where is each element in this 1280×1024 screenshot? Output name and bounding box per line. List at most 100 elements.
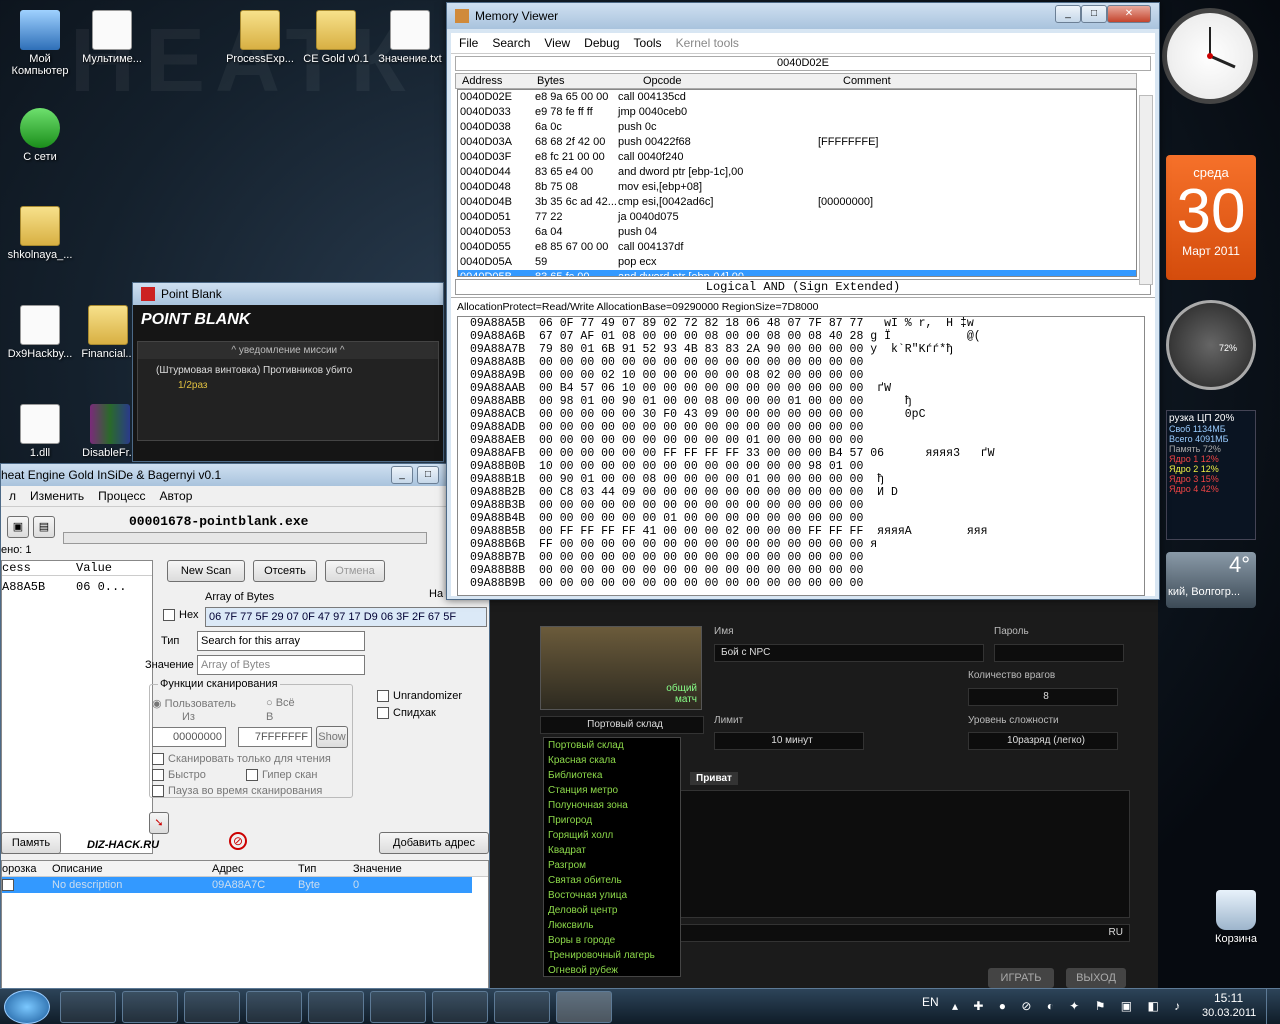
- found-list[interactable]: cess Value A88A5B 06 0...: [1, 560, 153, 854]
- play-button[interactable]: ИГРАТЬ: [988, 968, 1054, 988]
- map-option[interactable]: Полуночная зона: [544, 798, 680, 813]
- hack-taskbar-icon[interactable]: [556, 991, 612, 1023]
- hex-row[interactable]: 09A88A9B 00 00 00 02 10 00 00 00 00 00 0…: [458, 369, 1144, 382]
- map-option[interactable]: Воры в городе: [544, 933, 680, 948]
- hex-row[interactable]: 09A88A7B 79 80 01 6B 91 52 93 4B 83 83 2…: [458, 343, 1144, 356]
- desktop-icon-ce-gold[interactable]: CE Gold v0.1: [296, 10, 376, 65]
- ce-titlebar[interactable]: heat Engine Gold InSiDe & Bagernyi v0.1 …: [1, 464, 489, 486]
- disassembler-row[interactable]: 0040D03F e8 fc 21 00 00 call 0040f240: [458, 150, 1136, 165]
- desktop-icon-my-computer[interactable]: Мой Компьютер: [0, 10, 80, 77]
- mv-address-bar[interactable]: 0040D02E: [455, 56, 1151, 71]
- icq-taskbar-icon[interactable]: [370, 991, 426, 1023]
- save-button[interactable]: ▤: [33, 516, 55, 538]
- pointblank-titlebar[interactable]: Point Blank: [133, 283, 443, 305]
- pointer-arrow-button[interactable]: ➘: [149, 812, 169, 834]
- unrandomizer-checkbox[interactable]: Unrandomizer: [377, 690, 462, 703]
- hex-row[interactable]: 09A88A6B 67 07 AF 01 08 00 00 00 08 00 0…: [458, 330, 1144, 343]
- hyper-checkbox[interactable]: Гипер скан: [246, 769, 317, 782]
- memory-viewer-window[interactable]: Memory Viewer _ □ ✕ File Search View Deb…: [446, 2, 1160, 600]
- desktop-icon-recycle-bin[interactable]: Корзина: [1196, 890, 1276, 945]
- map-option[interactable]: Разгром: [544, 858, 680, 873]
- mv-minimize-button[interactable]: _: [1055, 5, 1081, 23]
- disassembler-view[interactable]: 0040D02E e8 9a 65 00 00 call 004135cd 0040D…: [457, 89, 1137, 277]
- address-table-row[interactable]: No description 09A88A7C Byte 0: [2, 877, 472, 893]
- mv-titlebar[interactable]: Memory Viewer _ □ ✕: [447, 3, 1159, 29]
- disassembler-row[interactable]: 0040D051 77 22 ja 0040d075: [458, 210, 1136, 225]
- media-taskbar-icon[interactable]: [246, 991, 302, 1023]
- limit-select[interactable]: 10 минут: [714, 732, 864, 750]
- filter-button[interactable]: Отсеять: [253, 560, 317, 582]
- mv-menu-debug[interactable]: Debug: [584, 36, 619, 50]
- all-radio[interactable]: ○ Всё: [266, 697, 295, 709]
- map-option[interactable]: Красная скала: [544, 753, 680, 768]
- found-list-row[interactable]: A88A5B 06 0...: [2, 576, 152, 594]
- memory-view-button[interactable]: Память: [1, 832, 61, 854]
- value-type-select[interactable]: Array of Bytes: [197, 655, 365, 675]
- desktop-icon-1dll[interactable]: 1.dll: [0, 404, 80, 459]
- show-button[interactable]: Show: [316, 726, 348, 748]
- clock-date[interactable]: 30.03.2011: [1202, 1007, 1256, 1019]
- pointblank-taskbar-icon[interactable]: [432, 991, 488, 1023]
- tray-icons[interactable]: ▴ ✚ ● ⊘ ◐ ✦ ⚑ ▣ ◧ ♪: [952, 999, 1192, 1015]
- speedhack-checkbox[interactable]: Спидхак: [377, 707, 436, 720]
- hex-row[interactable]: 09A88B2B 00 C8 03 44 09 00 00 00 00 00 0…: [458, 486, 1144, 499]
- from-input[interactable]: 00000000: [152, 727, 226, 747]
- hex-row[interactable]: 09A88B9B 00 00 00 00 00 00 00 00 00 00 0…: [458, 577, 1144, 590]
- disassembler-row[interactable]: 0040D02E e8 9a 65 00 00 call 004135cd: [458, 90, 1136, 105]
- ce-minimize-button[interactable]: _: [391, 466, 413, 484]
- map-option[interactable]: Люксвиль: [544, 918, 680, 933]
- hex-row[interactable]: 09A88B4B 00 00 00 00 00 00 01 00 00 00 0…: [458, 512, 1144, 525]
- disassembler-row[interactable]: 0040D055 e8 85 67 00 00 call 004137df: [458, 240, 1136, 255]
- mv-menu-view[interactable]: View: [544, 36, 570, 50]
- clock-time[interactable]: 15:11: [1214, 991, 1243, 1005]
- disassembler-row[interactable]: 0040D033 e9 78 fe ff ff jmp 0040ceb0: [458, 105, 1136, 120]
- map-option[interactable]: Портовый склад: [544, 738, 680, 753]
- desktop-icon-network[interactable]: С сети: [0, 108, 80, 163]
- hex-row[interactable]: 09A88ABB 00 98 01 00 90 01 00 00 08 00 0…: [458, 395, 1144, 408]
- hex-row[interactable]: 09A88ACB 00 00 00 00 00 30 F0 43 09 00 0…: [458, 408, 1144, 421]
- opera-taskbar-icon[interactable]: [60, 991, 116, 1023]
- desktop-icon-shkolnaya[interactable]: shkolnaya_...: [0, 206, 80, 261]
- pointblank-window[interactable]: Point Blank POINT BLANK ^ уведомление ми…: [132, 282, 444, 462]
- map-option[interactable]: Тренировочный лагерь: [544, 948, 680, 963]
- hex-checkbox[interactable]: Hex: [163, 609, 199, 622]
- mv-menu-tools[interactable]: Tools: [634, 36, 662, 50]
- start-button[interactable]: [4, 990, 50, 1024]
- map-option[interactable]: Горящий холл: [544, 828, 680, 843]
- hex-row[interactable]: 09A88AFB 00 00 00 00 00 00 FF FF FF FF 3…: [458, 447, 1144, 460]
- map-option[interactable]: Библиотека: [544, 768, 680, 783]
- hex-view[interactable]: 09A88A5B 06 0F 77 49 07 89 02 72 82 18 0…: [457, 316, 1145, 596]
- type-select[interactable]: Search for this array: [197, 631, 365, 651]
- hex-row[interactable]: 09A88ADB 00 00 00 00 00 00 00 00 00 00 0…: [458, 421, 1144, 434]
- room-name-input[interactable]: Бой с NPC: [714, 644, 984, 662]
- hex-row[interactable]: 09A88A8B 00 00 00 00 00 00 00 00 00 00 0…: [458, 356, 1144, 369]
- mv-close-button[interactable]: ✕: [1107, 5, 1151, 23]
- map-option[interactable]: Пригород: [544, 813, 680, 828]
- hex-row[interactable]: 09A88B1B 00 90 01 00 00 08 00 00 00 00 0…: [458, 473, 1144, 486]
- new-scan-button[interactable]: New Scan: [167, 560, 245, 582]
- disassembler-row[interactable]: 0040D04B 3b 35 6c ad 42... cmp esi,[0042ad…: [458, 195, 1136, 210]
- firefox-taskbar-icon[interactable]: [122, 991, 178, 1023]
- disassembler-row[interactable]: 0040D048 8b 75 08 mov esi,[ebp+08]: [458, 180, 1136, 195]
- chat-input[interactable]: RU: [680, 924, 1130, 942]
- map-option[interactable]: Станция метро: [544, 783, 680, 798]
- pause-checkbox[interactable]: Пауза во время сканирования: [152, 785, 322, 798]
- freeze-checkbox[interactable]: [2, 879, 14, 892]
- mv-maximize-button[interactable]: □: [1081, 5, 1107, 23]
- hex-row[interactable]: 09A88B0B 10 00 00 00 00 00 00 00 00 00 0…: [458, 460, 1144, 473]
- map-option[interactable]: Восточная улица: [544, 888, 680, 903]
- enemies-select[interactable]: 8: [968, 688, 1118, 706]
- mv-menu-kernel-tools[interactable]: Kernel tools: [676, 36, 739, 50]
- cheat-engine-taskbar-icon[interactable]: [494, 991, 550, 1023]
- cheat-engine-window[interactable]: heat Engine Gold InSiDe & Bagernyi v0.1 …: [0, 463, 490, 1003]
- user-radio[interactable]: ◉ Пользователь: [152, 697, 236, 710]
- ce-menu-author[interactable]: Автор: [160, 489, 193, 503]
- desktop-icon-multimedia[interactable]: Мультиме...: [72, 10, 152, 65]
- desktop-icon-value-txt[interactable]: Значение.txt: [370, 10, 450, 65]
- disassembler-row[interactable]: 0040D053 6a 04 push 04: [458, 225, 1136, 240]
- exit-button[interactable]: ВЫХОД: [1066, 968, 1126, 988]
- skype-taskbar-icon[interactable]: [308, 991, 364, 1023]
- disassembler-scrollbar[interactable]: [1139, 95, 1153, 285]
- fast-checkbox[interactable]: Быстро: [152, 769, 206, 782]
- mv-menu-file[interactable]: File: [459, 36, 478, 50]
